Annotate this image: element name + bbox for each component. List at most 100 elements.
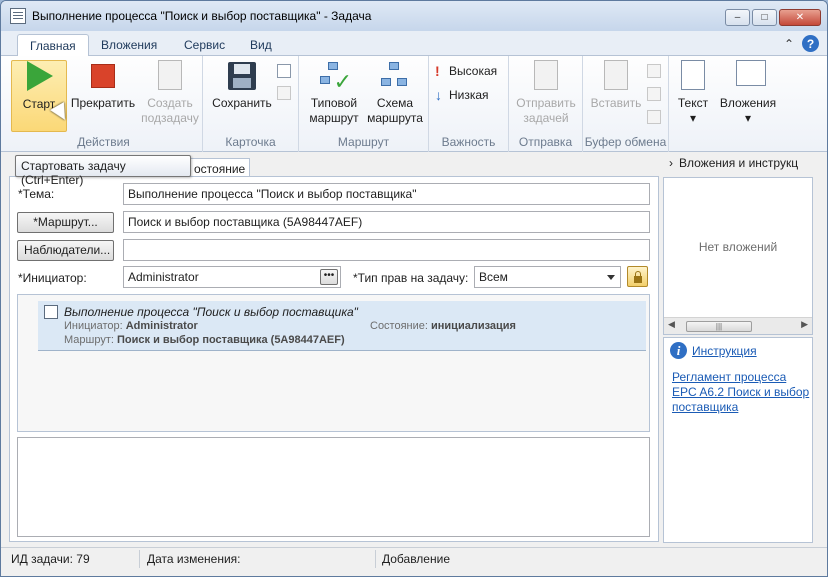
subject-label: *Тема: — [18, 187, 55, 201]
arrow-down-icon: ↓ — [435, 87, 442, 103]
tab-home[interactable]: Главная — [17, 34, 89, 56]
route-scheme-button[interactable]: Схема маршрута — [365, 60, 425, 126]
attachments-label: Вложения — [719, 96, 777, 110]
create-subtask-label-1: Создать — [147, 96, 193, 110]
text-dropdown-icon: ▾ — [689, 111, 697, 125]
copy-icon[interactable] — [647, 87, 661, 101]
close-button[interactable]: ✕ — [779, 9, 821, 26]
group-send-label: Отправка — [518, 135, 573, 149]
process-initiator-label: Инициатор: — [64, 320, 123, 332]
process-item[interactable]: Выполнение процесса "Поиск и выбор поста… — [38, 301, 646, 351]
send-label-1: Отправить — [516, 96, 576, 110]
minimize-button[interactable]: – — [725, 9, 750, 26]
collapse-ribbon-icon[interactable]: ⌃ — [784, 37, 794, 51]
group-clipboard: Вставить Буфер обмена — [583, 56, 669, 152]
delete-icon[interactable] — [647, 110, 661, 124]
group-text: Текст ▾ — [669, 56, 715, 152]
text-button[interactable]: Текст ▾ — [673, 60, 713, 126]
cut-icon[interactable] — [647, 64, 661, 78]
observers-button[interactable]: Наблюдатели... — [17, 240, 114, 261]
typical-route-button[interactable]: ✓ Типовой маршрут — [305, 60, 363, 126]
ribbon-tab-bar: Главная Вложения Сервис Вид ⌃ ? — [1, 31, 827, 56]
no-attachments-text: Нет вложений — [698, 240, 778, 254]
side-panel-title: Вложения и инструкц — [679, 156, 799, 170]
process-state: Состояние: инициализация — [370, 320, 516, 332]
status-bar: ИД задачи: 79 Дата изменения: Добавление — [1, 547, 827, 569]
status-task-id: ИД задачи: 79 — [11, 552, 90, 566]
tab-state[interactable]: остояние — [189, 158, 251, 178]
send-task-icon — [530, 60, 562, 92]
tab-attachments[interactable]: Вложения — [89, 34, 169, 56]
instructions-box: i Инструкция Регламент процесса EPC A6.2… — [663, 337, 813, 543]
group-clipboard-label: Буфер обмена — [584, 135, 667, 149]
route-scheme-label-2: маршрута — [367, 111, 423, 125]
initiator-select-button[interactable]: ••• — [320, 269, 338, 285]
attachments-button[interactable]: Вложения ▾ — [719, 60, 777, 126]
reglament-link[interactable]: Регламент процесса EPC A6.2 Поиск и выбо… — [672, 370, 812, 415]
title-bar: Выполнение процесса "Поиск и выбор поста… — [1, 1, 827, 31]
scroll-left-icon[interactable]: ◀ — [668, 319, 675, 330]
group-importance-label: Важность — [441, 135, 496, 149]
observers-field[interactable] — [123, 239, 650, 261]
text-icon — [677, 60, 709, 92]
send-label-2: задачей — [523, 111, 569, 125]
status-added: Добавление — [382, 552, 450, 566]
route-field[interactable]: Поиск и выбор поставщика (5A98447AEF) — [123, 211, 650, 233]
process-initiator-value: Administrator — [125, 320, 198, 332]
ribbon: Старт Прекратить Создать подзадачу Дейст… — [1, 56, 827, 152]
stop-button[interactable]: Прекратить — [71, 60, 135, 111]
attachments-scrollbar[interactable]: ◀ ||| ▶ — [664, 317, 812, 334]
paste-label: Вставить — [590, 96, 642, 110]
exclamation-icon: ! — [435, 63, 440, 79]
process-state-value: инициализация — [431, 320, 516, 332]
process-icon — [44, 305, 58, 319]
task-window: Выполнение процесса "Поиск и выбор поста… — [0, 0, 828, 577]
status-modified: Дата изменения: — [147, 552, 241, 566]
scroll-thumb[interactable]: ||| — [686, 321, 752, 332]
tab-view[interactable]: Вид — [238, 34, 284, 56]
send-as-task-button[interactable]: Отправить задачей — [513, 60, 579, 126]
initiator-label: *Инициатор: — [18, 271, 87, 285]
importance-low-label: Низкая — [449, 88, 489, 102]
abc-icon[interactable] — [277, 86, 291, 100]
process-route-label: Маршрут: — [64, 334, 114, 346]
process-initiator: Инициатор: Administrator — [64, 320, 198, 332]
tab-service[interactable]: Сервис — [172, 34, 237, 56]
paste-button[interactable]: Вставить — [587, 60, 645, 111]
route-button[interactable]: *Маршрут... — [17, 212, 114, 233]
process-title: Выполнение процесса "Поиск и выбор поста… — [64, 305, 358, 319]
instruction-link[interactable]: Инструкция — [692, 344, 757, 358]
side-panel-header[interactable]: › Вложения и инструкц — [669, 156, 798, 170]
lock-icon[interactable] — [627, 266, 648, 287]
save-as-icon[interactable] — [277, 64, 291, 78]
subject-field[interactable]: Выполнение процесса "Поиск и выбор поста… — [123, 183, 650, 205]
comment-textarea[interactable] — [17, 437, 650, 537]
window-title: Выполнение процесса "Поиск и выбор поста… — [32, 9, 372, 23]
initiator-value: Administrator — [128, 270, 199, 284]
typical-route-label-1: Типовой — [310, 96, 358, 110]
importance-low-button[interactable]: ↓ Низкая — [435, 87, 489, 103]
attachments-dropdown-icon: ▾ — [744, 111, 752, 125]
paste-icon — [600, 60, 632, 92]
group-send: Отправить задачей Отправка — [509, 56, 583, 152]
route-scheme-label-1: Схема — [376, 96, 414, 110]
task-app-icon — [10, 8, 26, 24]
chevron-right-icon: › — [669, 156, 673, 170]
scroll-right-icon[interactable]: ▶ — [801, 319, 808, 330]
maximize-button[interactable]: □ — [752, 9, 777, 26]
create-subtask-button[interactable]: Создать подзадачу — [139, 60, 201, 126]
importance-high-button[interactable]: ! Высокая — [435, 63, 497, 79]
floppy-icon — [226, 60, 258, 92]
help-icon[interactable]: ? — [802, 35, 819, 52]
text-label: Текст — [677, 96, 709, 110]
group-card: Сохранить Карточка — [203, 56, 299, 152]
rights-select[interactable]: Всем — [474, 266, 621, 288]
rights-label: *Тип прав на задачу: — [353, 271, 469, 285]
importance-high-label: Высокая — [449, 64, 498, 78]
save-button[interactable]: Сохранить — [209, 60, 275, 111]
side-panel: › Вложения и инструкц Нет вложений ◀ |||… — [661, 153, 827, 545]
initiator-field[interactable]: Administrator ••• — [123, 266, 341, 288]
process-route-value: Поиск и выбор поставщика (5A98447AEF) — [117, 334, 345, 346]
subtask-icon — [154, 60, 186, 92]
attachments-box: Нет вложений ◀ ||| ▶ — [663, 177, 813, 335]
